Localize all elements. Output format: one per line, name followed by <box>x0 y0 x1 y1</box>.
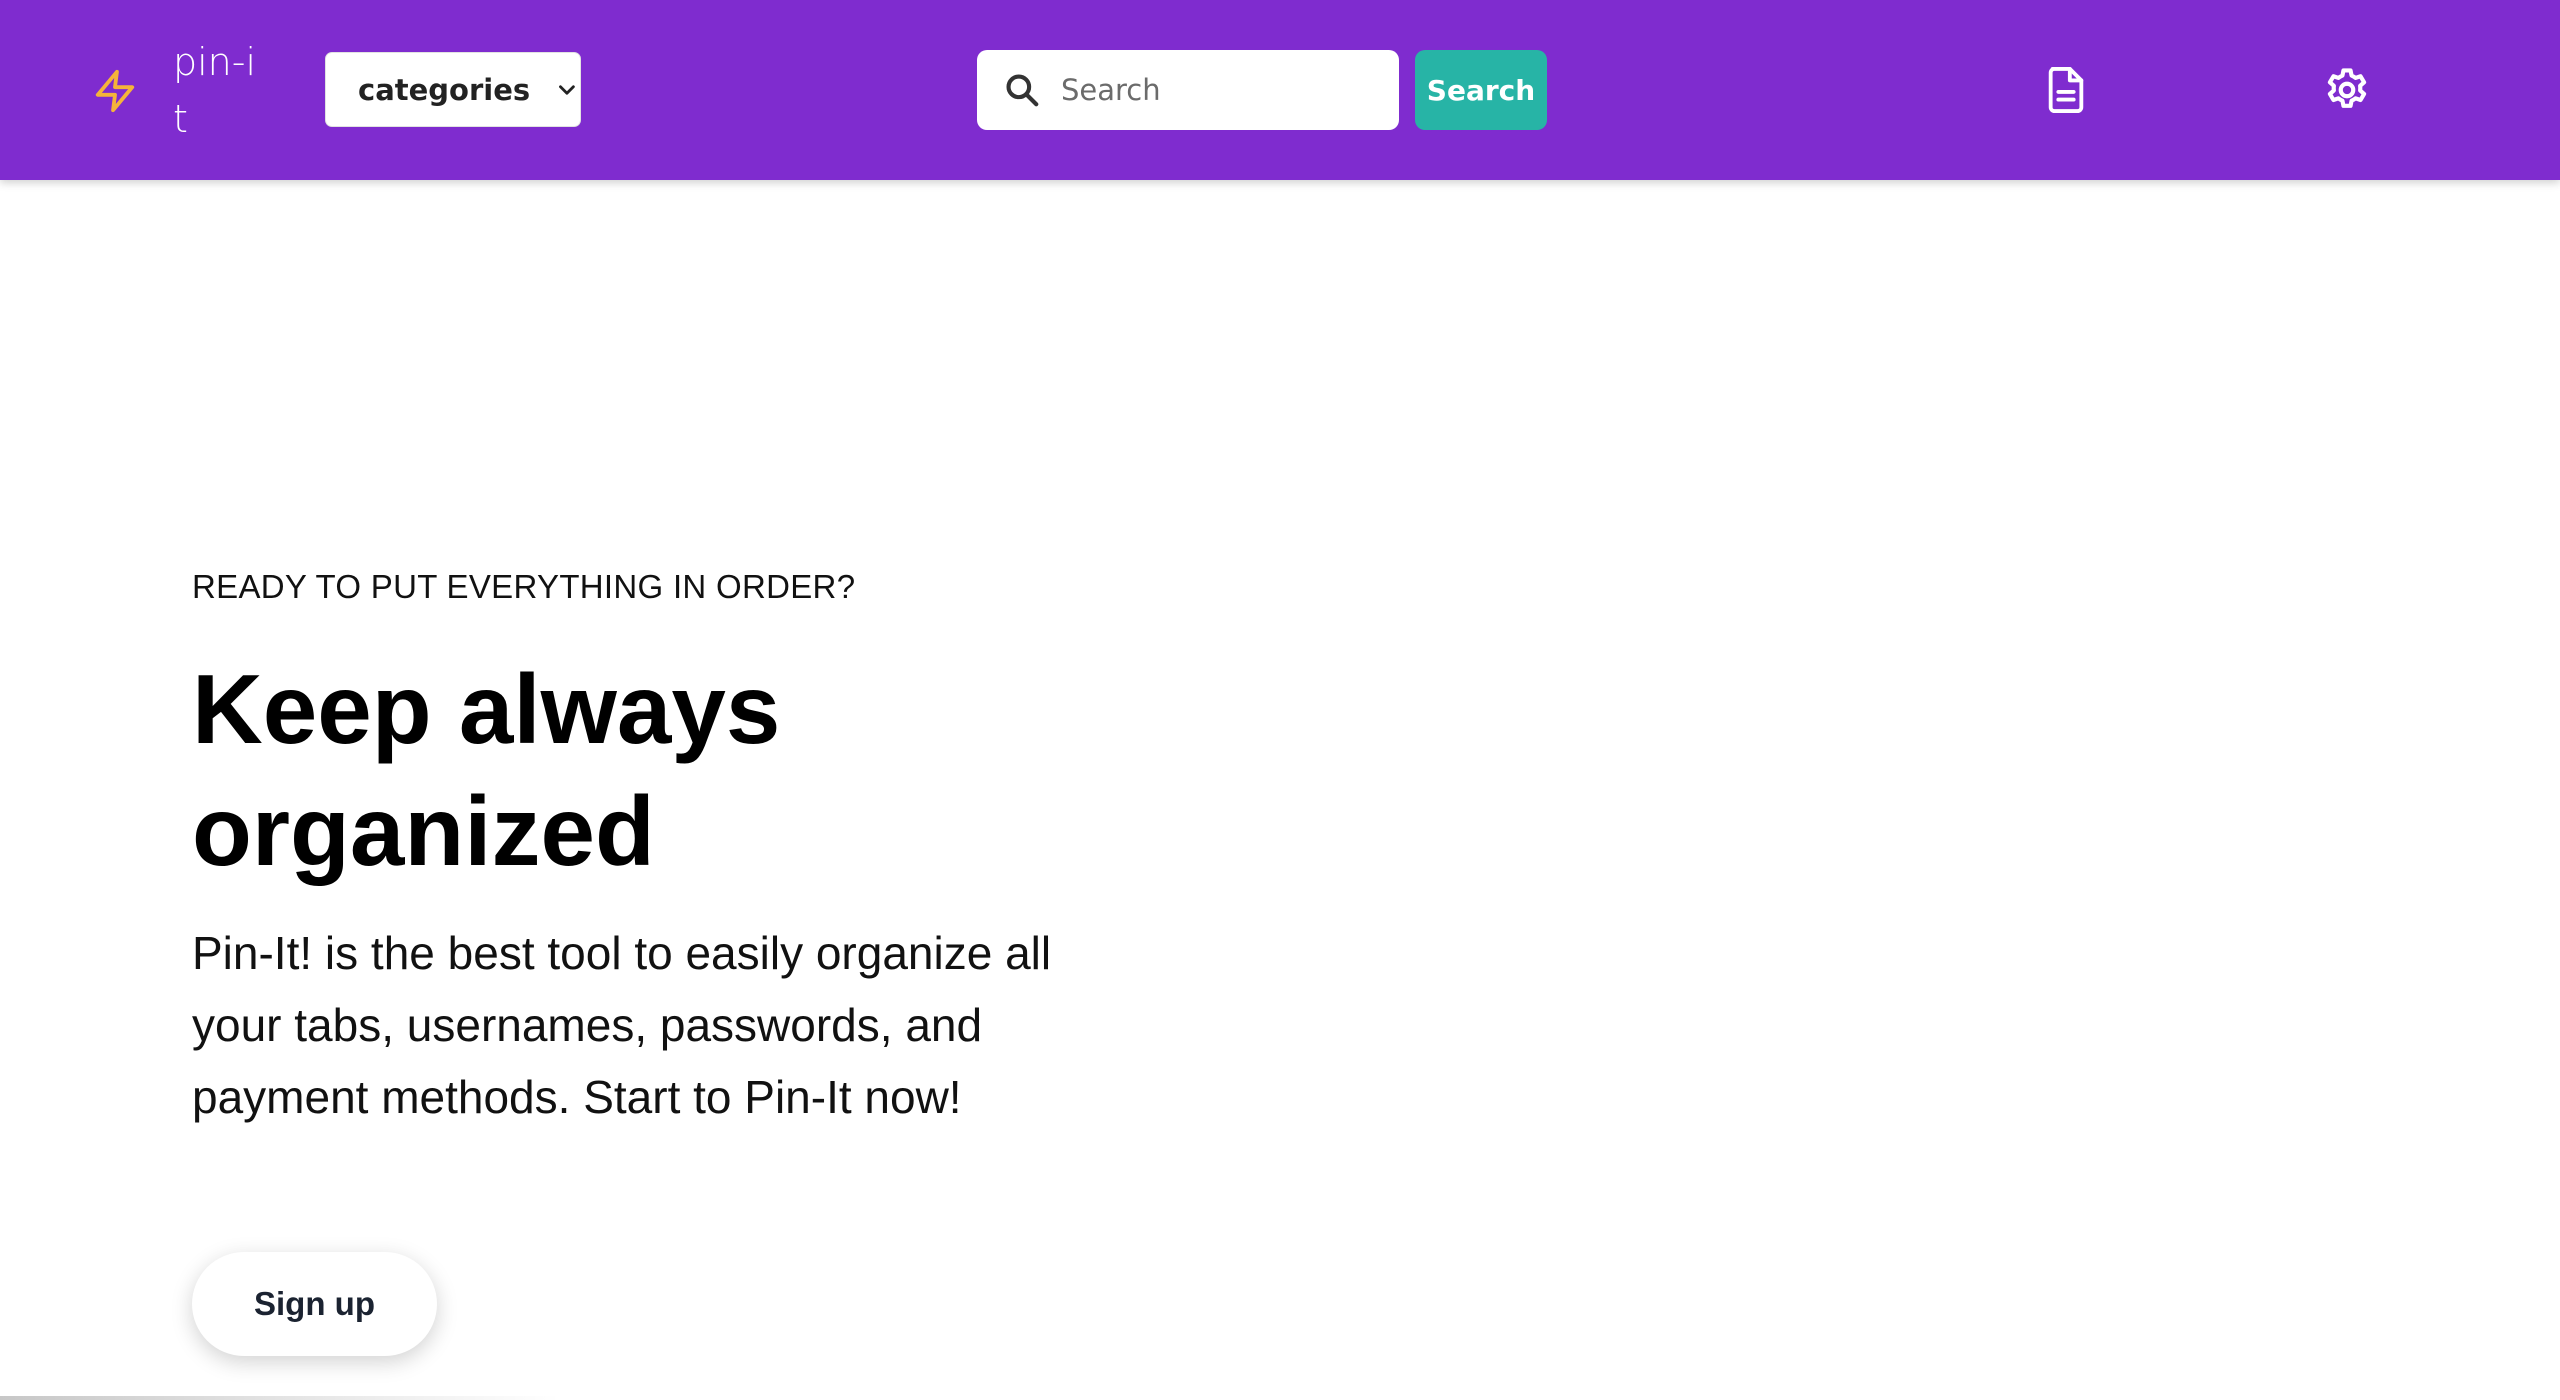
hero-description: Pin-It! is the best tool to easily organ… <box>192 927 1052 1123</box>
search-icon <box>1006 74 1039 107</box>
search-button[interactable]: Search <box>1415 50 1547 130</box>
top-navbar: pin-it categories Search <box>0 0 2560 180</box>
categories-dropdown[interactable]: categories <box>325 52 581 127</box>
gear-icon[interactable] <box>2322 65 2372 115</box>
document-icon[interactable] <box>2043 64 2089 116</box>
zap-icon[interactable] <box>92 66 138 116</box>
brand-name[interactable]: pin-it <box>173 34 263 148</box>
search-input[interactable] <box>1061 73 1381 107</box>
bottom-divider <box>0 1396 560 1400</box>
chevron-down-icon <box>559 84 575 95</box>
search-box <box>977 50 1399 130</box>
hero-eyebrow: READY TO PUT EVERYTHING IN ORDER? <box>192 568 856 605</box>
sign-up-button[interactable]: Sign up <box>192 1252 437 1356</box>
categories-label: categories <box>358 72 531 107</box>
hero-headline: Keep always organized <box>192 654 781 886</box>
